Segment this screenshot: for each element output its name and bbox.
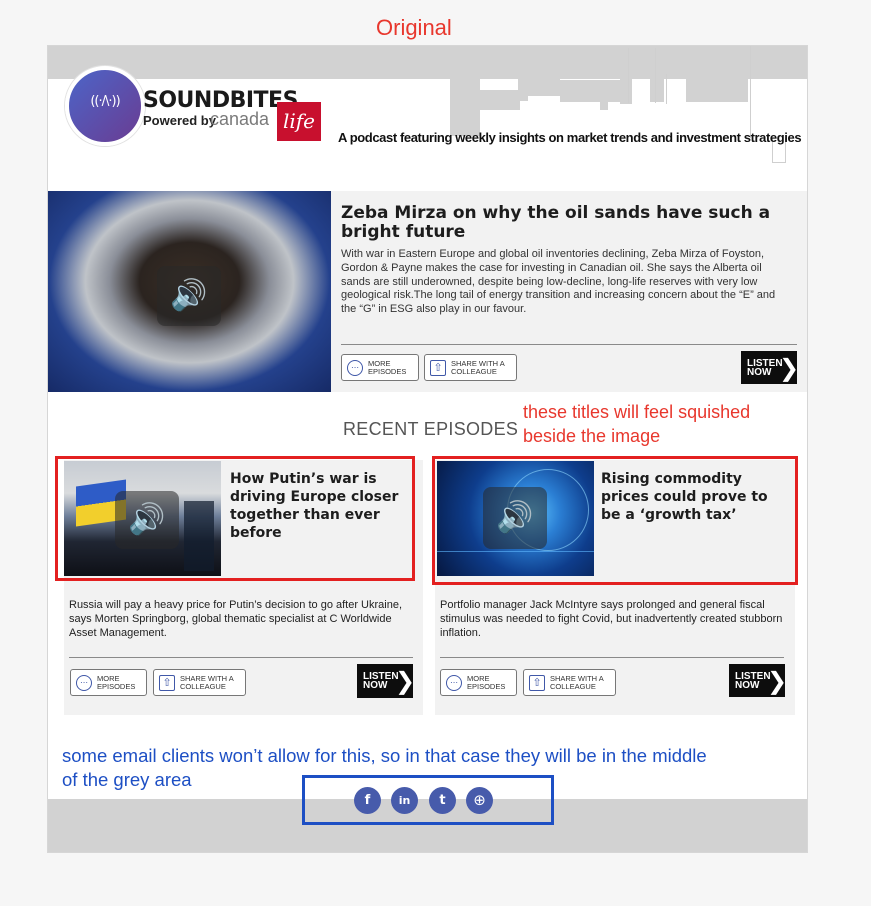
chevron-right-icon: ❯ <box>779 353 800 382</box>
listen-now-label: LISTEN NOW <box>747 357 783 378</box>
more-episodes-label: MORE EPISODES <box>97 673 136 691</box>
episode-title[interactable]: Rising commodity prices could prove to b… <box>601 470 781 524</box>
podcast-tagline: A podcast featuring weekly insights on m… <box>338 130 802 145</box>
listen-now-button[interactable]: LISTEN NOW ❯ <box>729 664 788 697</box>
more-episodes-button[interactable]: ⋯ MORE EPISODES <box>70 669 147 696</box>
website-icon[interactable]: ⊕ <box>466 787 493 814</box>
facebook-icon[interactable]: f <box>354 787 381 814</box>
episode-title[interactable]: How Putin’s war is driving Europe closer… <box>230 470 408 542</box>
divider <box>341 344 797 345</box>
speaker-icon[interactable]: 🔊 <box>115 491 179 549</box>
more-icon: ⋯ <box>76 674 92 691</box>
email-frame <box>47 45 808 853</box>
share-label: SHARE WITH A COLLEAGUE <box>451 358 505 376</box>
episode-description: Russia will pay a heavy price for Putin’… <box>69 599 403 639</box>
share-icon: ⇧ <box>430 359 446 376</box>
share-button[interactable]: ⇧ SHARE WITH A COLLEAGUE <box>153 669 246 696</box>
speaker-icon[interactable]: 🔊 <box>483 487 547 549</box>
soundbites-logo: ((·/\·)) <box>65 66 145 146</box>
skyline-graphic <box>450 46 808 166</box>
sound-wave-icon: ((·/\·)) <box>90 94 120 109</box>
more-icon: ⋯ <box>446 674 462 691</box>
more-episodes-label: MORE EPISODES <box>368 358 407 376</box>
listen-now-button[interactable]: LISTEN NOW ❯ <box>357 664 416 698</box>
divider <box>440 657 784 658</box>
listen-now-label: LISTEN NOW <box>735 670 771 691</box>
canada-label: canada <box>210 109 270 129</box>
linkedin-icon[interactable]: in <box>391 787 418 814</box>
powered-by-label: Powered by <box>143 113 216 128</box>
divider <box>69 657 413 658</box>
share-icon: ⇧ <box>529 674 545 691</box>
featured-title[interactable]: Zeba Mirza on why the oil sands have suc… <box>341 204 786 242</box>
more-episodes-button[interactable]: ⋯ MORE EPISODES <box>341 354 419 381</box>
listen-now-button[interactable]: LISTEN NOW ❯ <box>741 351 800 384</box>
titles-annotation: these titles will feel squished beside t… <box>523 402 751 446</box>
social-highlight-box <box>302 775 554 825</box>
original-label: Original <box>376 15 452 40</box>
listen-now-label: LISTEN NOW <box>363 671 399 691</box>
more-episodes-button[interactable]: ⋯ MORE EPISODES <box>440 669 517 696</box>
share-label: SHARE WITH A COLLEAGUE <box>550 673 604 691</box>
episode-description: Portfolio manager Jack McIntyre says pro… <box>440 599 783 639</box>
share-button[interactable]: ⇧ SHARE WITH A COLLEAGUE <box>523 669 616 696</box>
more-icon: ⋯ <box>347 359 363 376</box>
more-episodes-label: MORE EPISODES <box>467 673 506 691</box>
chevron-right-icon: ❯ <box>767 666 788 695</box>
canada-life-logo: life <box>277 102 321 141</box>
chevron-right-icon: ❯ <box>395 667 416 695</box>
share-button[interactable]: ⇧ SHARE WITH A COLLEAGUE <box>424 354 517 381</box>
speaker-icon[interactable]: 🔊 <box>157 266 221 326</box>
twitter-icon[interactable]: t <box>429 787 456 814</box>
recent-episodes-heading: RECENT EPISODES <box>343 419 519 439</box>
share-label: SHARE WITH A COLLEAGUE <box>180 673 234 691</box>
share-icon: ⇧ <box>159 674 175 691</box>
featured-description: With war in Eastern Europe and global oi… <box>341 248 776 316</box>
